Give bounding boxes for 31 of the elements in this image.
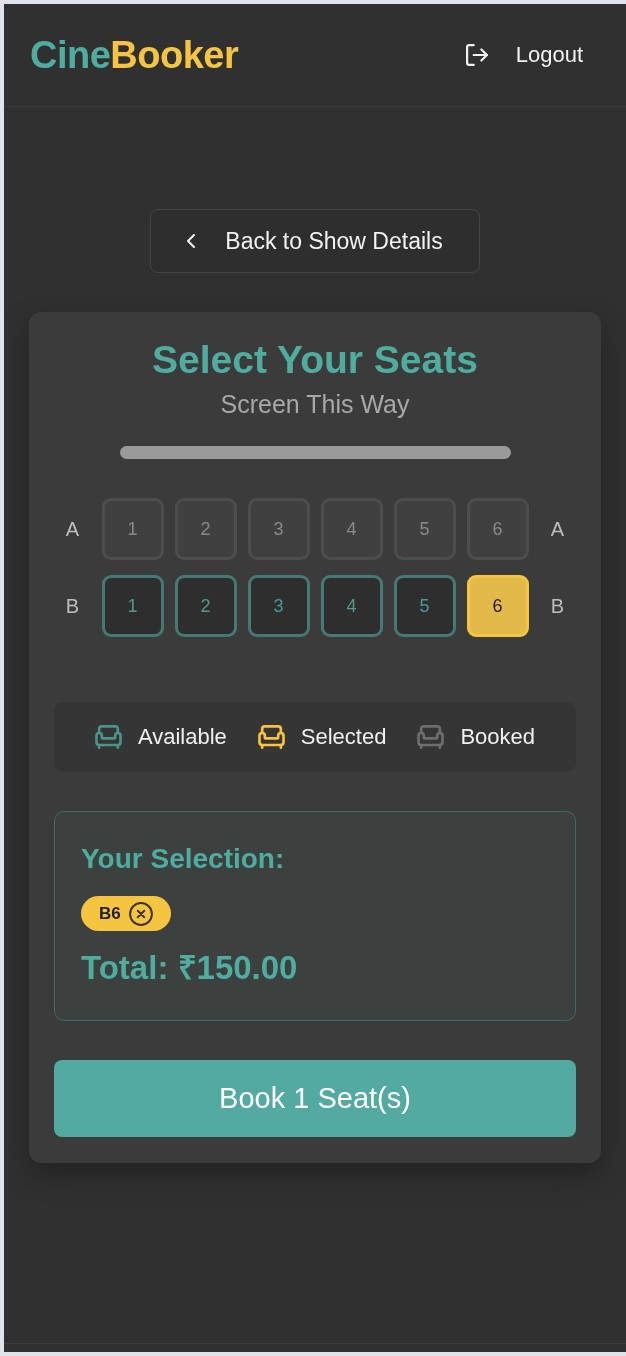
seat-button[interactable]: 5 — [393, 498, 456, 560]
legend-label: Booked — [460, 724, 536, 750]
row-label: B — [549, 594, 566, 618]
seat-button[interactable]: 6 — [466, 498, 529, 560]
page-title: Select Your Seats — [152, 338, 478, 382]
logout-button[interactable]: Logout — [461, 38, 587, 72]
logo[interactable]: CineBooker — [30, 36, 239, 74]
chevron-left-icon — [187, 234, 196, 248]
seat-button[interactable]: 5 — [393, 575, 456, 637]
legend-label: Selected — [300, 724, 387, 750]
back-button[interactable]: Back to Show Details — [150, 209, 480, 273]
seat-button[interactable]: 6 — [466, 575, 529, 637]
remove-icon[interactable] — [128, 901, 153, 926]
row-label: A — [549, 517, 566, 541]
total-price: Total: ₹150.00 — [81, 949, 298, 987]
selection-heading: Your Selection: — [81, 843, 285, 875]
seat-button[interactable]: 2 — [174, 575, 237, 637]
screen-label: Screen This Way — [220, 390, 410, 418]
legend-label: Available — [137, 724, 227, 750]
logout-icon — [465, 44, 488, 66]
seat-button[interactable]: 3 — [247, 575, 310, 637]
seat-button[interactable]: 1 — [101, 498, 164, 560]
book-button[interactable]: Book 1 Seat(s) — [54, 1060, 576, 1137]
seat-button[interactable]: 4 — [320, 498, 383, 560]
seat-button[interactable]: 1 — [101, 575, 164, 637]
seat-chip-label: B6 — [99, 903, 121, 924]
row-label: B — [64, 594, 81, 618]
row-label: A — [64, 517, 81, 541]
seat-button[interactable]: 2 — [174, 498, 237, 560]
seat-button[interactable]: 3 — [247, 498, 310, 560]
seat-button[interactable]: 4 — [320, 575, 383, 637]
